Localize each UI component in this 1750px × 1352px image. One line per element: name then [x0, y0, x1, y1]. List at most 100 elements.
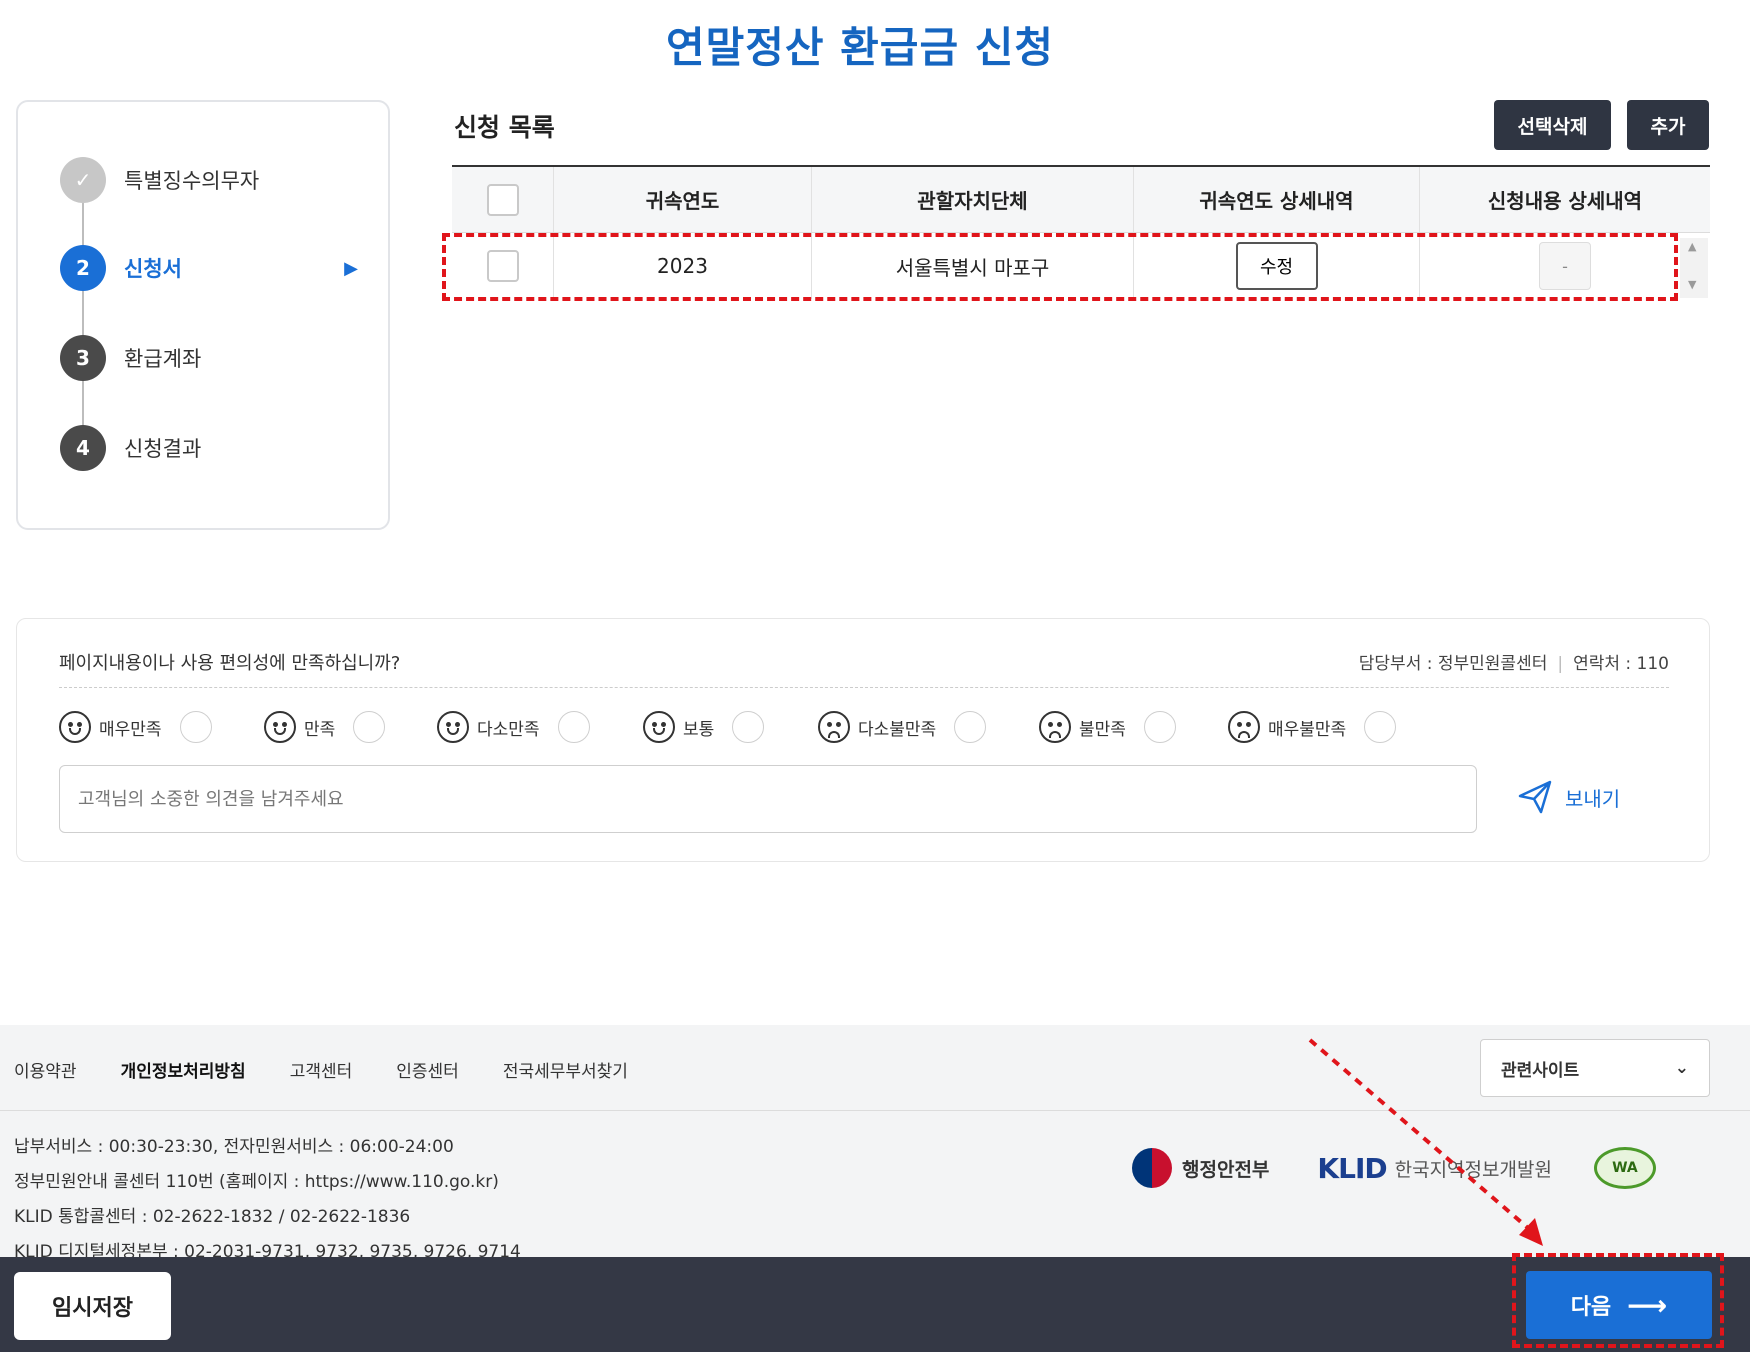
chevron-down-icon: ⌄	[1674, 1058, 1689, 1078]
rating-label: 매우불만족	[1268, 719, 1347, 740]
step-2[interactable]: 2 신청서 ▶	[60, 244, 360, 292]
rating-label: 보통	[683, 719, 715, 740]
step-4[interactable]: 4 신청결과	[60, 424, 360, 472]
header-checkbox-cell	[452, 167, 554, 232]
temp-save-button[interactable]: 임시저장	[14, 1272, 171, 1340]
current-step-arrow-icon: ▶	[344, 258, 358, 279]
add-button[interactable]: 추가	[1627, 100, 1709, 150]
application-table: 귀속연도 관할자치단체 귀속연도 상세내역 신청내용 상세내역 2023 서울특…	[452, 165, 1710, 299]
footer-info-line: 납부서비스 : 00:30-23:30, 전자민원서비스 : 06:00-24:…	[14, 1137, 454, 1157]
rating-dissatisfied[interactable]: 불만족	[1039, 711, 1176, 743]
feedback-input[interactable]	[59, 765, 1477, 833]
taegeuk-icon	[1132, 1148, 1172, 1188]
scroll-down-icon[interactable]: ▼	[1688, 278, 1696, 291]
rating-very-dissatisfied[interactable]: 매우불만족	[1228, 711, 1397, 743]
klid-logo[interactable]: KLID 한국지역정보개발원	[1317, 1152, 1552, 1185]
footer-logos: 행정안전부 KLID 한국지역정보개발원 WA	[1132, 1147, 1656, 1189]
web-accessibility-mark[interactable]: WA	[1593, 1147, 1656, 1189]
column-header: 귀속연도	[554, 167, 812, 232]
column-header: 신청내용 상세내역	[1487, 189, 1643, 213]
delete-selected-button[interactable]: 선택삭제	[1494, 100, 1611, 150]
klid-logo-subtext: 한국지역정보개발원	[1394, 1158, 1552, 1181]
rating-label: 다소불만족	[858, 719, 937, 740]
step-1-label: 특별징수의무자	[124, 169, 260, 193]
rating-radio[interactable]	[1143, 711, 1176, 743]
related-sites-label: 관련사이트	[1501, 1060, 1580, 1081]
arrow-right-icon: ⟶	[1627, 1288, 1668, 1322]
page-title: 연말정산 환급금 신청	[665, 23, 1054, 72]
table-header-row: 귀속연도 관할자치단체 귀속연도 상세내역 신청내용 상세내역	[452, 167, 1710, 233]
divider	[59, 687, 1669, 688]
rating-label: 만족	[304, 719, 336, 740]
footer-info-line: KLID 통합콜센터 : 02-2622-1832 / 02-2622-1836	[14, 1207, 411, 1227]
application-detail-cell: -	[1420, 233, 1710, 299]
year-cell: 2023	[554, 233, 812, 299]
step-4-number: 4	[60, 425, 106, 471]
step-connector-line	[82, 184, 84, 454]
check-icon: ✓	[60, 157, 106, 203]
neutral-face-icon	[643, 711, 675, 743]
footer-link-customer-center[interactable]: 고객센터	[290, 1057, 353, 1082]
rating-label: 다소만족	[477, 719, 540, 740]
step-2-number: 2	[60, 245, 106, 291]
table-scrollbar[interactable]: ▲ ▼	[1680, 238, 1708, 298]
scroll-up-icon[interactable]: ▲	[1688, 240, 1696, 253]
footer-link-terms[interactable]: 이용약관	[14, 1057, 77, 1082]
footer-link-privacy[interactable]: 개인정보처리방침	[121, 1057, 246, 1082]
step-4-label: 신청결과	[124, 437, 202, 461]
next-button[interactable]: 다음 ⟶	[1526, 1271, 1712, 1339]
row-checkbox[interactable]	[486, 250, 519, 282]
satisfaction-survey: 페이지내용이나 사용 편의성에 만족하십니까? 담당부서 : 정부민원콜센터 | 연…	[16, 618, 1710, 862]
related-sites-select[interactable]: 관련사이트 ⌄	[1480, 1039, 1710, 1097]
column-header: 귀속연도 상세내역	[1134, 167, 1420, 232]
survey-question: 페이지내용이나 사용 편의성에 만족하십니까?	[59, 653, 401, 674]
rating-radio[interactable]	[1364, 711, 1397, 743]
edit-button[interactable]: 수정	[1235, 242, 1318, 290]
step-1[interactable]: ✓ 특별징수의무자	[60, 156, 360, 204]
footer-link-certificate-center[interactable]: 인증센터	[396, 1057, 459, 1082]
angry-face-icon	[1228, 711, 1260, 743]
unhappy-face-icon	[1039, 711, 1071, 743]
step-2-label: 신청서	[124, 257, 182, 281]
site-footer: 이용약관 개인정보처리방침 고객센터 인증센터 전국세무부서찾기 관련사이트 ⌄…	[0, 1025, 1750, 1262]
column-header: 관할자치단체	[812, 167, 1134, 232]
rating-label: 매우만족	[99, 719, 162, 740]
footer-info: 납부서비스 : 00:30-23:30, 전자민원서비스 : 06:00-24:…	[14, 1130, 521, 1270]
sad-face-icon	[818, 711, 850, 743]
rating-radio[interactable]	[954, 711, 987, 743]
year-detail-cell: 수정	[1134, 233, 1420, 299]
rating-neutral[interactable]: 보통	[643, 711, 765, 743]
send-label: 보내기	[1565, 786, 1621, 811]
survey-department: 담당부서 : 정부민원콜센터	[1358, 654, 1548, 674]
step-sidebar: ✓ 특별징수의무자 2 신청서 ▶ 3 환급계좌 4 신청결과	[16, 100, 390, 530]
rating-radio[interactable]	[353, 711, 386, 743]
rating-radio[interactable]	[732, 711, 765, 743]
rating-satisfied[interactable]: 만족	[264, 711, 386, 743]
rating-label: 불만족	[1079, 719, 1126, 740]
application-detail-button[interactable]: -	[1539, 242, 1591, 290]
list-title: 신청 목록	[454, 113, 555, 142]
region-cell: 서울특별시 마포구	[812, 233, 1134, 299]
klid-logo-text: KLID	[1317, 1151, 1387, 1185]
survey-contact: 연락처 : 110	[1573, 654, 1669, 674]
step-3-number: 3	[60, 335, 106, 381]
table-row: 2023 서울특별시 마포구 수정 -	[452, 233, 1710, 299]
very-happy-face-icon	[59, 711, 91, 743]
footer-info-line: 정부민원안내 콜센터 110번 (홈페이지 : https://www.110.…	[14, 1172, 499, 1192]
smile-face-icon	[437, 711, 469, 743]
select-all-checkbox[interactable]	[486, 183, 519, 216]
step-3-label: 환급계좌	[124, 347, 202, 371]
rating-very-satisfied[interactable]: 매우만족	[59, 711, 212, 743]
send-button[interactable]: 보내기	[1517, 779, 1620, 815]
paper-plane-icon	[1518, 780, 1552, 814]
next-label: 다음	[1570, 1295, 1612, 1320]
footer-link-tax-office-search[interactable]: 전국세무부서찾기	[503, 1057, 628, 1082]
rating-somewhat-dissatisfied[interactable]: 다소불만족	[818, 711, 987, 743]
rating-radio[interactable]	[179, 711, 212, 743]
step-3[interactable]: 3 환급계좌	[60, 334, 360, 382]
mois-logo[interactable]: 행정안전부	[1132, 1148, 1269, 1188]
happy-face-icon	[264, 711, 296, 743]
rating-radio[interactable]	[557, 711, 590, 743]
rating-somewhat-satisfied[interactable]: 다소만족	[437, 711, 590, 743]
survey-contact-info: 담당부서 : 정부민원콜센터 | 연락처 : 110	[1359, 649, 1669, 674]
